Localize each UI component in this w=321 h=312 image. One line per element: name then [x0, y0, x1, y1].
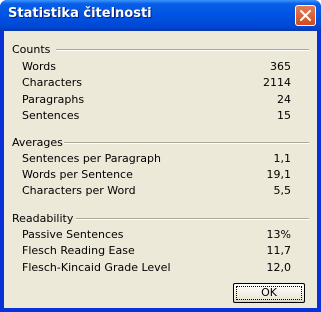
sentences-per-paragraph-value: 1,1: [273, 152, 292, 165]
flesch-reading-ease-label: Flesch Reading Ease: [22, 244, 135, 257]
close-icon: [300, 10, 311, 21]
dialog-title: Statistika čitelnosti: [8, 6, 152, 21]
counts-heading: Counts: [12, 43, 51, 56]
sentences-label: Sentences: [22, 109, 80, 122]
paragraphs-label: Paragraphs: [22, 93, 85, 106]
paragraphs-value: 24: [277, 93, 291, 106]
words-per-sentence-value: 19,1: [266, 168, 292, 181]
ok-button[interactable]: OK: [233, 283, 305, 303]
dialog-content: Counts Words 365 Characters 2114 Paragra…: [4, 31, 317, 308]
characters-per-word-label: Characters per Word: [22, 184, 136, 197]
averages-divider: [64, 142, 309, 144]
words-value: 365: [270, 60, 291, 73]
readability-statistics-dialog: Statistika čitelnosti Counts Words 365 C…: [0, 0, 321, 312]
sentences-per-paragraph-label: Sentences per Paragraph: [22, 152, 161, 165]
characters-label: Characters: [22, 76, 83, 89]
readability-divider: [76, 218, 309, 220]
characters-per-word-value: 5,5: [273, 184, 292, 197]
title-bar[interactable]: Statistika čitelnosti: [0, 0, 321, 31]
characters-value: 2114: [263, 76, 291, 89]
flesch-kincaid-grade-value: 12,0: [266, 261, 292, 274]
close-button[interactable]: [295, 5, 316, 26]
passive-sentences-label: Passive Sentences: [22, 228, 124, 241]
averages-heading: Averages: [12, 136, 63, 149]
passive-sentences-value: 13%: [266, 228, 291, 241]
words-label: Words: [22, 60, 57, 73]
readability-heading: Readability: [12, 212, 74, 225]
flesch-reading-ease-value: 11,7: [266, 244, 292, 257]
counts-divider: [56, 49, 309, 51]
flesch-kincaid-grade-label: Flesch-Kincaid Grade Level: [22, 261, 171, 274]
words-per-sentence-label: Words per Sentence: [22, 168, 133, 181]
sentences-value: 15: [277, 109, 291, 122]
